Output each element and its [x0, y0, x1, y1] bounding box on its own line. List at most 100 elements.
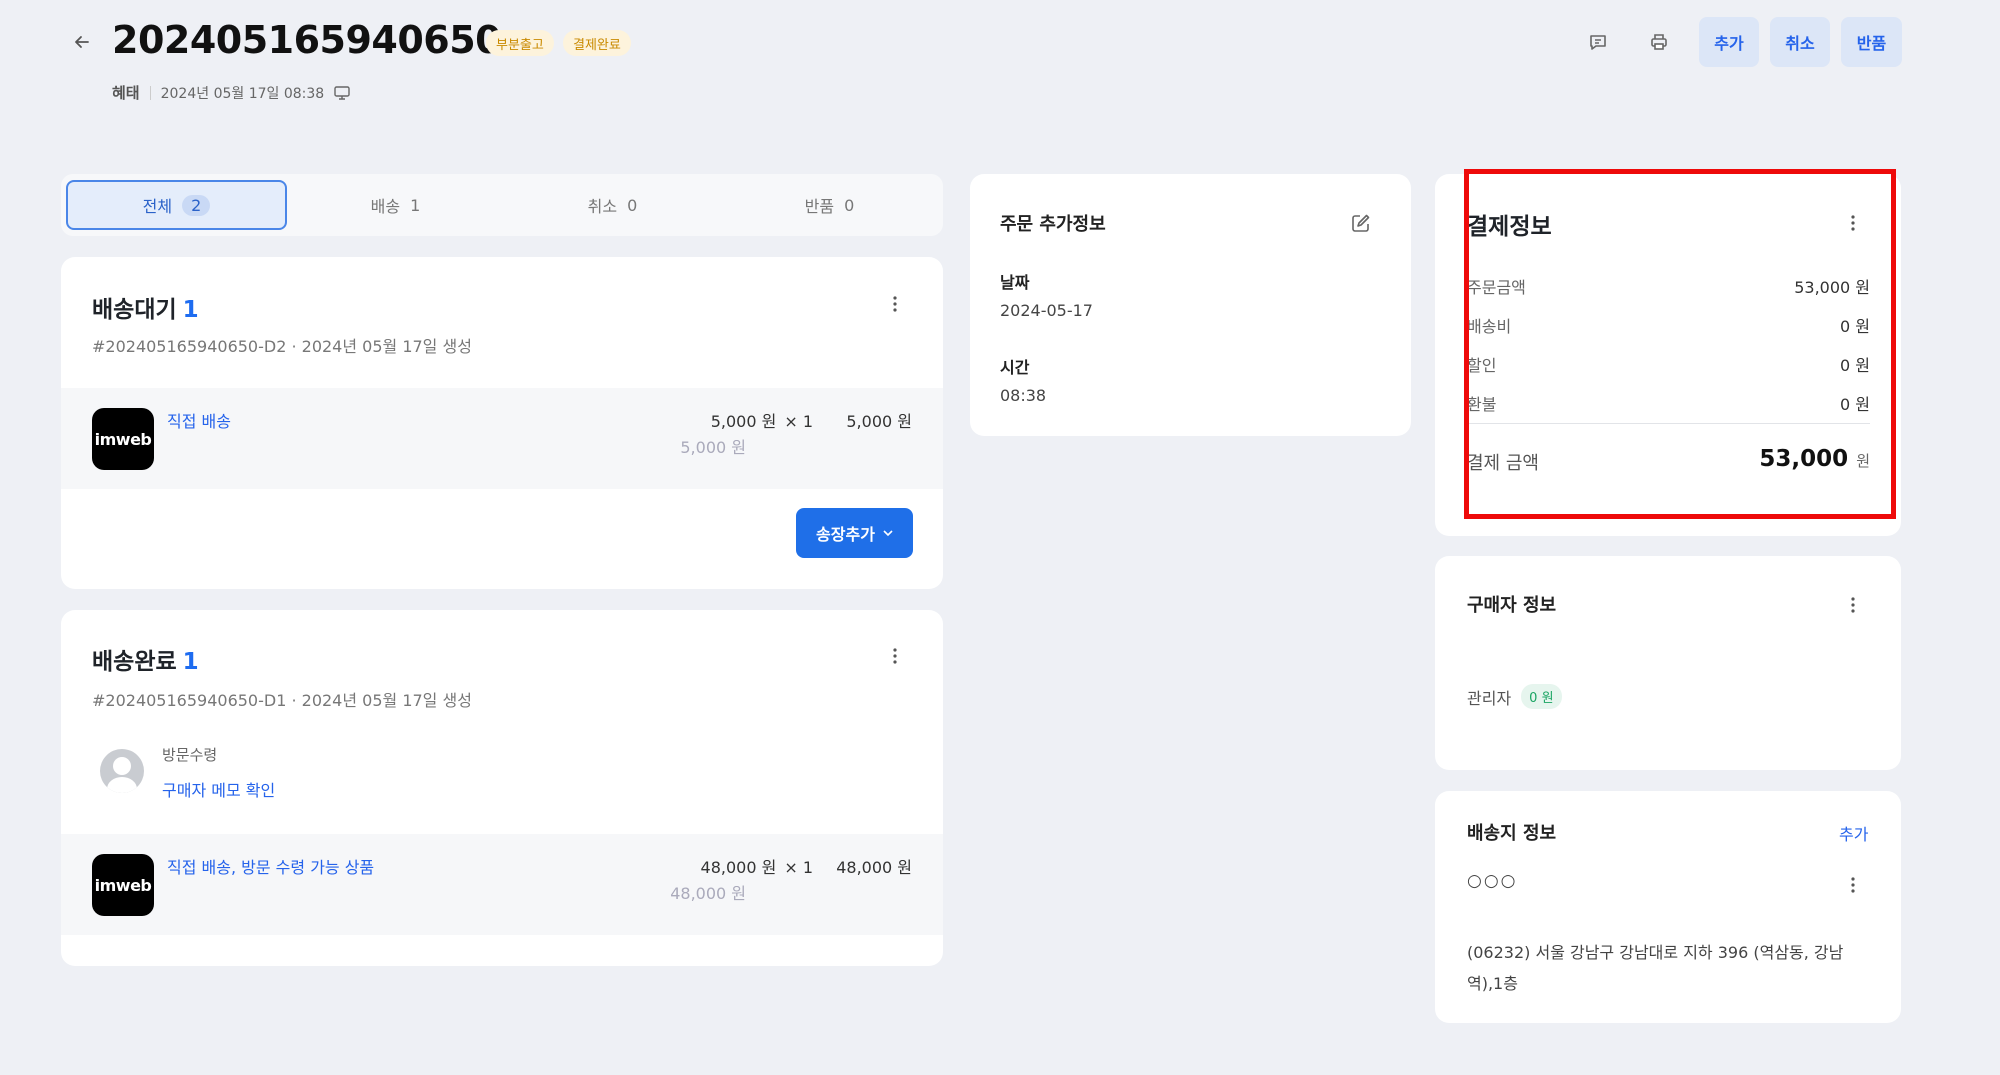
- points-badge: 0 원: [1521, 684, 1562, 709]
- customer-name[interactable]: 혜태: [112, 82, 140, 103]
- payment-row-discount: 할인 0 원: [1467, 352, 1870, 376]
- tab-count: 2: [182, 194, 211, 216]
- more-vertical-icon: [893, 296, 897, 312]
- status-label: 배송완료: [92, 649, 177, 675]
- cancel-button[interactable]: 취소: [1770, 17, 1830, 67]
- payment-row-shipping: 배송비 0 원: [1467, 313, 1870, 337]
- row-value: 0 원: [1840, 317, 1870, 336]
- status-badge-partial-shipped: 부분출고: [486, 30, 554, 56]
- time-label: 시간: [1000, 358, 1030, 377]
- payment-breakdown: 주문금액 53,000 원 배송비 0 원 할인 0 원 환불 0 원: [1467, 274, 1870, 415]
- edit-icon: [1352, 214, 1370, 232]
- order-extra-info-card: 주문 추가정보 날짜 2024-05-17 시간 08:38: [970, 174, 1411, 436]
- address-line-2: 역),1층: [1467, 974, 1518, 993]
- buyer-menu-button[interactable]: [1839, 591, 1867, 619]
- printer-icon: [1651, 34, 1667, 50]
- order-datetime: 2024년 05월 17일 08:38: [160, 85, 325, 102]
- tab-count: 1: [410, 195, 421, 215]
- shipment-tabs: 전체 2 배송 1 취소 0 반품 0: [61, 174, 943, 236]
- address-line-1: (06232) 서울 강남구 강남대로 지하 396 (역삼동, 강남: [1467, 943, 1844, 962]
- row-label: 주문금액: [1467, 278, 1526, 297]
- tab-label: 반품: [804, 197, 835, 216]
- product-name-link[interactable]: 직접 배송, 방문 수령 가능 상품: [167, 854, 374, 878]
- time-value: 08:38: [1000, 386, 1047, 405]
- product-name-link[interactable]: 직접 배송: [167, 408, 231, 432]
- buyer-row: 관리자 0 원: [1467, 684, 1562, 709]
- tab-label: 배송: [370, 197, 401, 216]
- print-button[interactable]: [1641, 24, 1677, 60]
- tab-count: 0: [627, 195, 638, 215]
- status-label: 배송대기: [92, 297, 177, 323]
- payment-row-refund: 환불 0 원: [1467, 391, 1870, 415]
- row-value: 0 원: [1840, 356, 1870, 375]
- payment-menu-button[interactable]: [1839, 209, 1867, 237]
- shipment-menu-button[interactable]: [881, 642, 909, 670]
- row-value: 0 원: [1840, 395, 1870, 414]
- address-menu-button[interactable]: [1839, 871, 1867, 899]
- buyer-info-card: 구매자 정보 관리자 0 원: [1435, 556, 1901, 770]
- buyer-title: 구매자 정보: [1467, 595, 1557, 616]
- pickup-method: 방문수령: [162, 746, 218, 764]
- more-vertical-icon: [893, 648, 897, 664]
- row-label: 환불: [1467, 395, 1497, 414]
- return-button[interactable]: 반품: [1841, 17, 1902, 67]
- total-value: 53,000: [1759, 446, 1849, 472]
- payment-info-card: 결제정보 주문금액 53,000 원 배송비 0 원 할인 0 원 환불 0 원…: [1435, 174, 1901, 536]
- line-total: 5,000 원: [846, 412, 912, 431]
- line-total: 48,000 원: [836, 858, 912, 877]
- divider: [1467, 423, 1870, 424]
- divider: [149, 85, 151, 100]
- shipment-status-title: 배송완료 1: [92, 642, 199, 676]
- comment-icon: [1590, 35, 1606, 50]
- arrow-left-icon: [75, 36, 89, 48]
- row-value: 53,000 원: [1794, 278, 1870, 297]
- edit-button[interactable]: [1350, 212, 1374, 236]
- memo-button[interactable]: [1580, 24, 1616, 60]
- payment-title: 결제정보: [1467, 214, 1552, 240]
- tab-count: 0: [844, 195, 855, 215]
- date-value: 2024-05-17: [1000, 301, 1093, 320]
- add-invoice-button[interactable]: 송장추가: [796, 508, 913, 558]
- add-address-link[interactable]: 추가: [1839, 821, 1868, 845]
- quantity: × 1: [784, 858, 813, 877]
- tab-cancel[interactable]: 취소 0: [504, 180, 721, 230]
- shipping-address-card: 배송지 정보 추가 ○○○ (06232) 서울 강남구 강남대로 지하 396…: [1435, 791, 1901, 1023]
- shipping-address-title: 배송지 정보: [1467, 823, 1557, 844]
- tab-label: 취소: [587, 197, 618, 216]
- shipment-id: #202405165940650-D2 · 2024년 05월 17일 생성: [92, 337, 472, 356]
- back-button[interactable]: [66, 26, 98, 58]
- more-vertical-icon: [1851, 877, 1855, 893]
- tab-all[interactable]: 전체 2: [66, 180, 287, 230]
- status-count: 1: [182, 649, 199, 675]
- extra-info-title: 주문 추가정보: [1000, 214, 1106, 235]
- payment-row-order-amount: 주문금액 53,000 원: [1467, 274, 1870, 298]
- chevron-down-icon: [883, 529, 893, 536]
- unit-price-value: 48,000 원: [700, 858, 777, 877]
- more-vertical-icon: [1851, 215, 1855, 231]
- buyer-name[interactable]: 관리자: [1467, 685, 1511, 709]
- unit-price-value: 5,000 원: [710, 412, 777, 431]
- add-button[interactable]: 추가: [1699, 17, 1759, 67]
- original-price: 48,000 원: [670, 884, 746, 903]
- add-invoice-label: 송장추가: [816, 525, 875, 544]
- tab-return[interactable]: 반품 0: [721, 180, 938, 230]
- item-row: imweb 직접 배송 5,000 원 × 1 5,000 원 5,000 원: [61, 388, 943, 489]
- status-count: 1: [182, 297, 199, 323]
- total-label: 결제 금액: [1467, 453, 1539, 474]
- tab-shipping[interactable]: 배송 1: [287, 180, 504, 230]
- monitor-icon: [334, 85, 350, 100]
- original-price: 5,000 원: [680, 438, 746, 457]
- product-thumbnail: imweb: [92, 854, 154, 916]
- quantity: × 1: [784, 412, 813, 431]
- shipment-id: #202405165940650-D1 · 2024년 05월 17일 생성: [92, 691, 472, 710]
- more-vertical-icon: [1851, 597, 1855, 613]
- buyer-memo-link[interactable]: 구매자 메모 확인: [162, 777, 275, 801]
- row-label: 할인: [1467, 356, 1497, 375]
- product-thumbnail: imweb: [92, 408, 154, 470]
- order-meta: 혜태 2024년 05월 17일 08:38: [112, 82, 350, 103]
- shipment-menu-button[interactable]: [881, 290, 909, 318]
- order-number: 202405165940650: [112, 18, 502, 62]
- status-badge-paid: 결제완료: [563, 30, 631, 56]
- item-row: imweb 직접 배송, 방문 수령 가능 상품 48,000 원 × 1 48,…: [61, 834, 943, 935]
- total-unit: 원: [1856, 452, 1870, 470]
